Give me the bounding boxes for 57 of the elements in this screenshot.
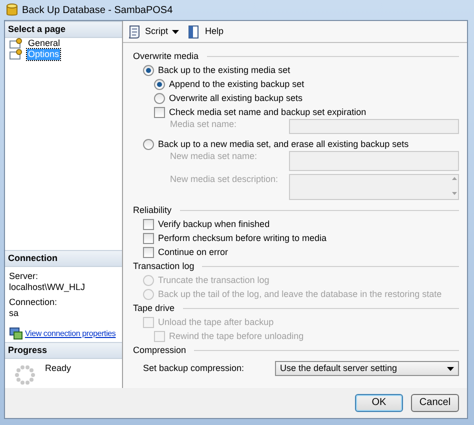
button-label: Script bbox=[145, 26, 168, 37]
option-label: Overwrite all existing backup sets bbox=[169, 92, 303, 104]
field-label: New media set description: bbox=[169, 174, 280, 185]
spinner-icon bbox=[13, 363, 37, 387]
caret-icon bbox=[172, 30, 180, 34]
help-icon bbox=[187, 24, 202, 38]
field-value: localhost\WW_HLJ bbox=[9, 282, 86, 293]
checkbox[interactable] bbox=[143, 246, 154, 258]
option-label: Back up the tail of the log, and leave the database in the restoring state bbox=[158, 288, 442, 300]
page-item[interactable]: General bbox=[27, 38, 62, 49]
panel-header: Progress bbox=[5, 342, 122, 359]
checkbox[interactable] bbox=[143, 232, 154, 244]
checkbox[interactable] bbox=[143, 218, 154, 230]
scroll-arrows-icon bbox=[451, 175, 458, 197]
field-label: Set backup compression: bbox=[143, 363, 244, 374]
radio-button[interactable] bbox=[143, 64, 154, 76]
field-label: Media set name: bbox=[169, 119, 238, 130]
option-label: Perform checksum before writing to media bbox=[158, 232, 327, 244]
page-icon bbox=[9, 49, 23, 60]
radio-button[interactable] bbox=[154, 78, 165, 90]
panel-header: Select a page bbox=[5, 21, 122, 38]
section-title: Overwrite media bbox=[133, 50, 199, 62]
field-value: sa bbox=[9, 308, 20, 319]
section-title: Compression bbox=[133, 344, 186, 356]
dialog-button[interactable]: Cancel bbox=[411, 394, 459, 412]
option-label: Unload the tape after backup bbox=[158, 316, 274, 328]
radio-button[interactable] bbox=[154, 92, 165, 104]
script-icon bbox=[127, 24, 141, 38]
window-title: Back Up Database - SambaPOS4 bbox=[22, 4, 173, 16]
page-icon bbox=[9, 38, 23, 49]
option-label: Truncate the transaction log bbox=[158, 274, 270, 286]
section-title: Transaction log bbox=[133, 260, 194, 272]
option-label: Check media set name and backup set expiration bbox=[169, 106, 366, 118]
button-label: Help bbox=[205, 26, 224, 37]
compression-dropdown[interactable]: Use the default server setting bbox=[275, 361, 459, 376]
section-title: Tape drive bbox=[133, 302, 175, 314]
status-text: Ready bbox=[45, 363, 72, 375]
option-label: Append to the existing backup set bbox=[169, 78, 304, 90]
connection-icon bbox=[9, 327, 23, 340]
checkbox[interactable] bbox=[154, 106, 165, 118]
toolbar-button[interactable]: Script bbox=[127, 24, 180, 38]
option-label: Rewind the tape before unloading bbox=[169, 330, 304, 342]
field-label: Connection: bbox=[9, 297, 58, 308]
option-label: Back up to the existing media set bbox=[158, 64, 290, 76]
database-icon bbox=[6, 3, 18, 17]
connection-link[interactable]: View connection properties bbox=[25, 328, 116, 339]
option-label: Continue on error bbox=[158, 246, 228, 258]
field-label: Server: bbox=[9, 271, 40, 282]
caret-icon bbox=[447, 366, 454, 370]
section-title: Reliability bbox=[133, 204, 172, 216]
radio-button[interactable] bbox=[143, 138, 154, 150]
option-label: Verify backup when finished bbox=[158, 218, 270, 230]
toolbar-button[interactable]: Help bbox=[187, 24, 224, 38]
dialog-button[interactable]: OK bbox=[355, 394, 403, 412]
panel-header: Connection bbox=[5, 250, 122, 267]
option-label: Back up to a new media set, and erase all existing backup sets bbox=[158, 138, 409, 150]
field-label: New media set name: bbox=[169, 151, 258, 162]
